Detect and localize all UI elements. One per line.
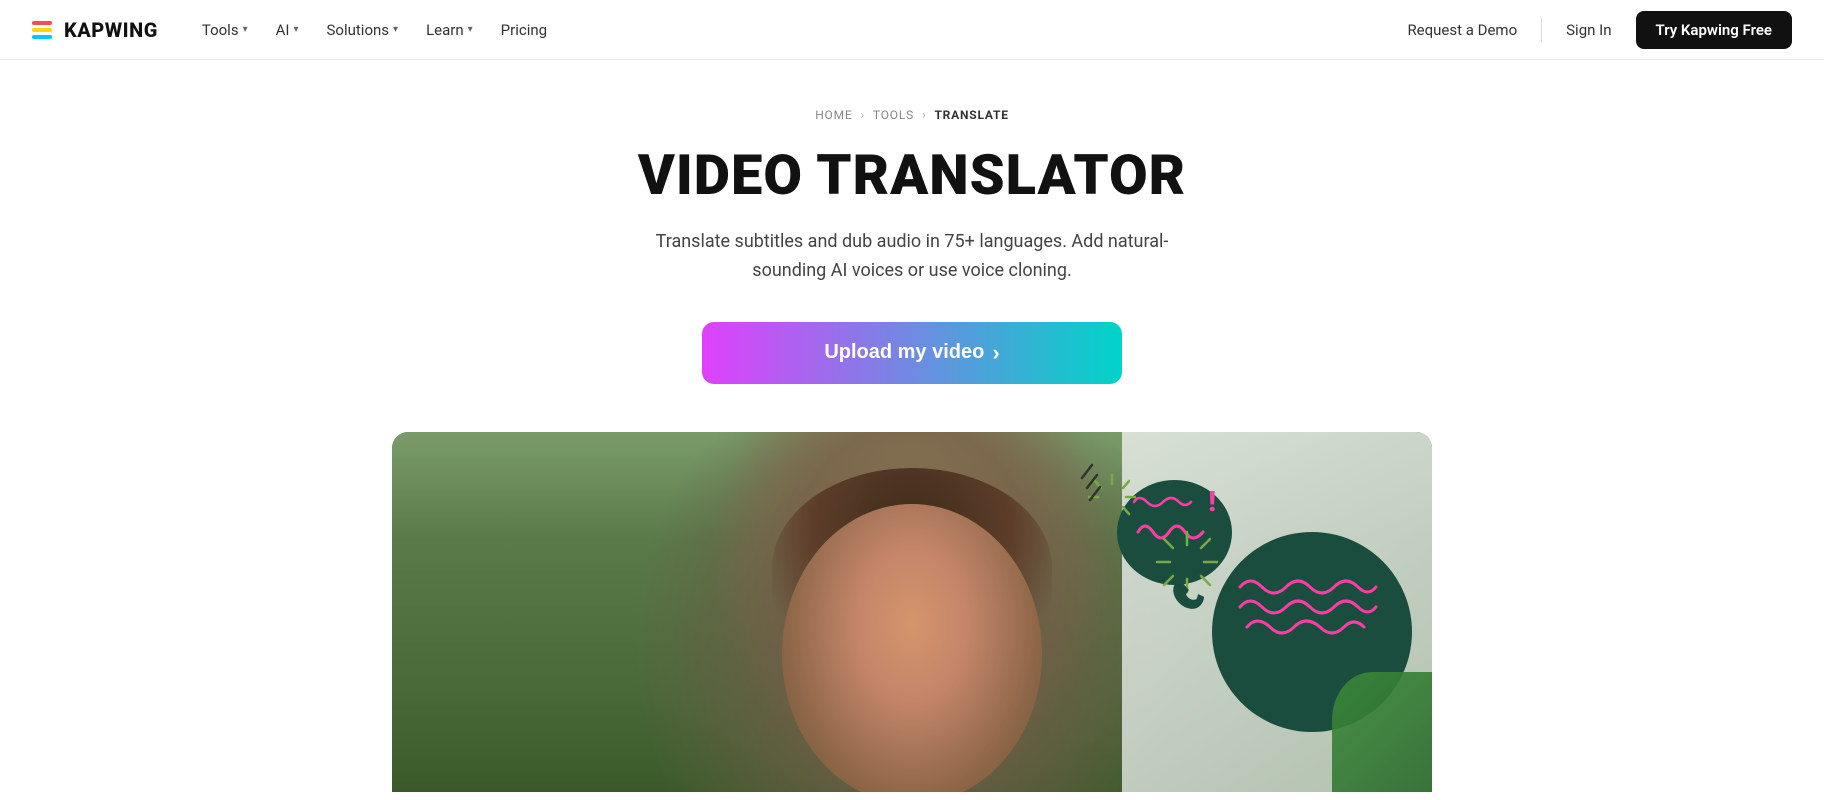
chevron-down-icon: ▾ (468, 24, 473, 35)
try-kapwing-button[interactable]: Try Kapwing Free (1636, 11, 1793, 49)
breadcrumb-tools: TOOLS (873, 108, 914, 122)
logo-text[interactable]: KAPWING (64, 18, 158, 42)
page-title: VIDEO TRANSLATOR (638, 142, 1186, 208)
nav-learn[interactable]: Learn ▾ (414, 15, 485, 45)
hero-description: Translate subtitles and dub audio in 75+… (632, 228, 1192, 286)
breadcrumb-home: HOME (815, 108, 852, 122)
upload-video-button[interactable]: Upload my video › (702, 322, 1122, 384)
breadcrumb-current: TRANSLATE (934, 108, 1008, 122)
nav-left: KAPWING Tools ▾ AI ▾ Solutions ▾ Learn ▾… (32, 15, 559, 45)
chevron-down-icon: ▾ (243, 24, 248, 35)
face-overlay (782, 504, 1042, 792)
chevron-down-icon: ▾ (393, 24, 398, 35)
foliage-corner (1332, 672, 1432, 792)
logo-stripe-blue (32, 35, 52, 39)
navbar: KAPWING Tools ▾ AI ▾ Solutions ▾ Learn ▾… (0, 0, 1824, 60)
video-background: ! (392, 432, 1432, 792)
breadcrumb: HOME › TOOLS › TRANSLATE (815, 108, 1009, 122)
nav-tools[interactable]: Tools ▾ (190, 15, 260, 45)
sign-in-button[interactable]: Sign In (1554, 15, 1623, 45)
video-preview: ! (392, 432, 1432, 792)
tick-marks-icon (1062, 460, 1102, 510)
request-demo-button[interactable]: Request a Demo (1395, 15, 1529, 45)
nav-solutions[interactable]: Solutions ▾ (315, 15, 411, 45)
nav-divider (1541, 18, 1542, 42)
breadcrumb-sep-1: › (861, 108, 865, 122)
nav-right: Request a Demo Sign In Try Kapwing Free (1395, 11, 1792, 49)
arrow-right-icon: › (992, 340, 999, 366)
squiggle-big-svg (1232, 572, 1382, 642)
nav-links: Tools ▾ AI ▾ Solutions ▾ Learn ▾ Pricing (190, 15, 559, 45)
exclamation-icon: ! (1208, 488, 1216, 516)
hero-section: HOME › TOOLS › TRANSLATE VIDEO TRANSLATO… (0, 60, 1824, 432)
logo-mark (32, 21, 52, 39)
logo-stripe-red (32, 21, 52, 25)
chevron-down-icon: ▾ (293, 24, 298, 35)
upload-button-label: Upload my video (824, 341, 984, 364)
logo-stripe-yellow (32, 28, 52, 32)
nav-pricing[interactable]: Pricing (489, 15, 559, 45)
nav-ai[interactable]: AI ▾ (264, 15, 311, 45)
breadcrumb-sep-2: › (922, 108, 926, 122)
